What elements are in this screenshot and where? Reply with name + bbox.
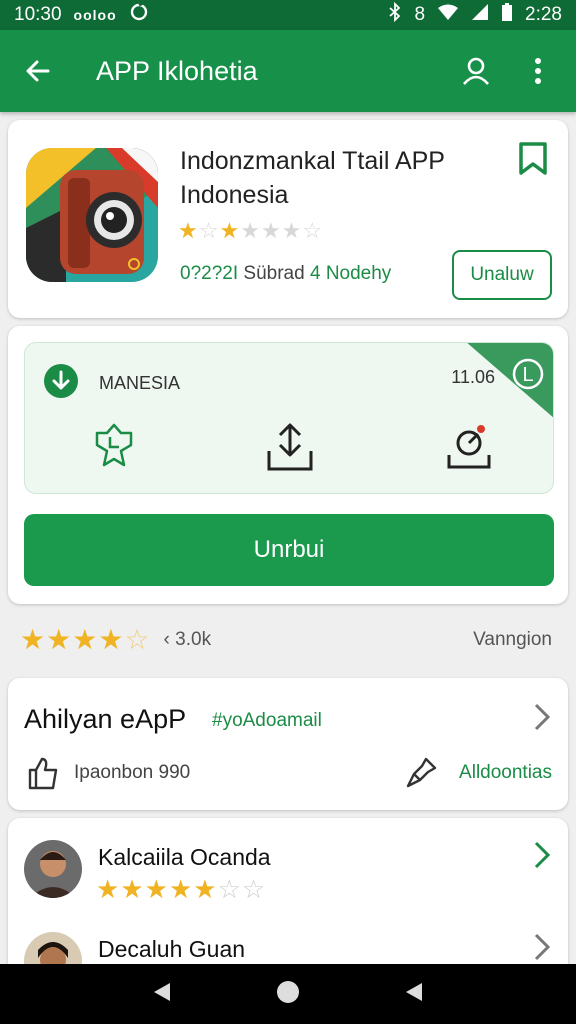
cell-signal-icon [471, 3, 489, 27]
uninstall-button[interactable]: Unaluw [452, 250, 552, 300]
bookmark-icon[interactable] [518, 142, 548, 181]
pin-icon [406, 756, 438, 793]
rating-count: ‹ 3.0k [163, 629, 212, 650]
chevron-right-icon[interactable] [532, 932, 552, 967]
rating-summary: ★ ★ ★ ★ ☆ ‹ 3.0k Vanngion [20, 622, 556, 658]
star-icon: ★ [168, 874, 193, 904]
battery-icon [501, 2, 513, 28]
star-icon: ★ [240, 218, 260, 243]
star-icon: ☆ [241, 874, 266, 904]
star-icon: ★ [178, 218, 198, 243]
install-panel-value: 11.06 [451, 367, 495, 387]
app-header-card: Indonzmankal Ttail APP Indonesia ★ ☆ ★ ★… [8, 120, 568, 318]
star-icon: ☆ [198, 218, 219, 243]
about-title: Ahilyan eApP [24, 704, 187, 734]
status-bar: 10:30 ooloo 8 2:28 [0, 0, 576, 30]
app-name: Indonzmankal Ttail APP Indonesia [180, 147, 445, 209]
about-card[interactable]: Ahilyan eApP #yoAdoamail Ipaonbon 990 Al… [8, 678, 568, 810]
star-icon: ★ [96, 874, 120, 904]
review-stars: ★ ★ ★ ★ ★ ☆ ☆ [96, 874, 266, 904]
app-rating-stars: ★ ☆ ★ ★ ★ ★ ☆ [178, 220, 322, 242]
star-half-icon: ☆ [124, 624, 150, 655]
star-icon: ★ [260, 218, 281, 243]
about-tag[interactable]: #yoAdoamail [212, 710, 322, 732]
chevron-right-icon[interactable] [532, 840, 552, 875]
install-card: L MANESIA 11.06 Unrbui [8, 326, 568, 604]
corner-letter-icon: L [511, 357, 545, 396]
chevron-right-icon[interactable] [532, 702, 552, 737]
corner-letter: L [522, 364, 533, 386]
install-icon [265, 421, 315, 480]
download-circle-icon [43, 363, 79, 404]
wifi-icon [437, 4, 459, 26]
status-clock: 2:28 [525, 4, 562, 25]
app-bar-title: APP Iklohetia [96, 55, 258, 86]
app-meta-id: 0?2?2I [180, 263, 239, 284]
star-icon: ★ [20, 624, 46, 655]
star-icon: ☆ [302, 218, 323, 243]
sync-icon [129, 1, 149, 28]
app-bar: APP Iklohetia [0, 30, 576, 112]
star-icon: ★ [72, 624, 98, 655]
star-icon: ★ [281, 218, 302, 243]
settings-gauge-icon [445, 421, 493, 476]
star-icon: ★ [144, 874, 168, 904]
version-label: Vanngion [473, 629, 552, 650]
app-meta-author: Sübrad [243, 263, 305, 284]
install-info-panel: L MANESIA 11.06 [24, 342, 554, 494]
badge-icon [91, 421, 137, 476]
reviews-card: Kalcaiila Ocanda ★ ★ ★ ★ ★ ☆ ☆ Decaluh G… [8, 818, 568, 990]
about-link[interactable]: Alldoontias [459, 762, 552, 784]
app-meta: 0?2?2I Sübrad 4 Nodehy [180, 263, 391, 285]
star-icon: ★ [98, 624, 124, 655]
more-vert-icon[interactable] [518, 51, 558, 91]
app-logo-icon [26, 148, 158, 282]
system-nav-bar [0, 964, 576, 1024]
app-meta-count: 4 Nodehy [309, 263, 392, 284]
install-panel-label: MANESIA [99, 373, 181, 393]
reviewer-name: Kalcaiila Ocanda [98, 844, 271, 870]
star-icon: ★ [120, 874, 144, 904]
thumbs-up-icon [26, 756, 60, 795]
rating-summary-stars: ★ ★ ★ ★ ☆ [20, 624, 150, 655]
star-icon: ★ [219, 218, 240, 243]
avatar [24, 840, 82, 898]
home-nav-icon[interactable] [275, 979, 301, 1010]
install-button[interactable]: Unrbui [24, 514, 554, 586]
status-time: 10:30 [14, 4, 62, 25]
about-sub: Ipaonbon 990 [74, 762, 191, 783]
bluetooth-icon [388, 1, 402, 28]
reviewer-name: Decaluh Guan [98, 936, 246, 962]
back-nav-icon[interactable] [150, 980, 174, 1009]
account-icon[interactable] [456, 51, 496, 91]
back-arrow-icon[interactable] [18, 51, 58, 91]
recents-nav-icon[interactable] [402, 980, 426, 1009]
status-carrier: ooloo [73, 7, 117, 23]
star-icon: ★ [193, 874, 217, 904]
status-signal-label: 8 [414, 4, 426, 25]
star-icon: ☆ [217, 874, 241, 904]
star-icon: ★ [46, 624, 72, 655]
